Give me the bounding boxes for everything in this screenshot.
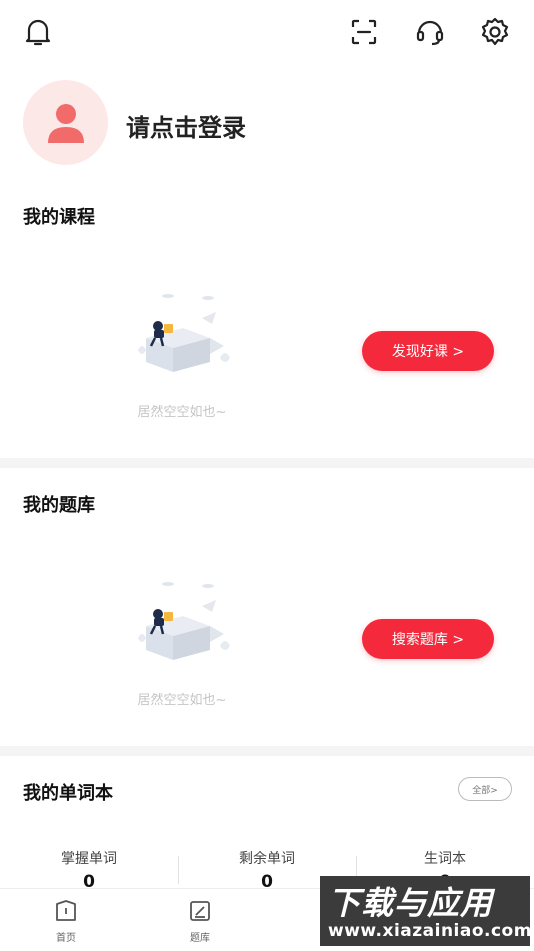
- nav-label: 题库: [190, 933, 210, 944]
- nav-question-bank[interactable]: 题库: [165, 899, 235, 944]
- gear-icon[interactable]: [475, 12, 515, 52]
- nav-home[interactable]: 首页: [31, 899, 101, 944]
- stat-mastered[interactable]: 掌握单词 0: [0, 848, 178, 892]
- section-divider: [0, 458, 534, 468]
- user-icon: [47, 103, 84, 143]
- empty-box-illustration: [138, 294, 230, 372]
- vocab-all-button[interactable]: 全部>: [458, 777, 512, 801]
- courses-empty-text: 居然空空如也~: [137, 405, 227, 420]
- empty-box-illustration: [138, 582, 230, 660]
- edit-icon: [190, 901, 210, 921]
- question-bank-empty-text: 居然空空如也~: [137, 693, 227, 708]
- nav-label: 首页: [56, 933, 76, 944]
- courses-title: 我的课程: [23, 207, 95, 228]
- home-icon: [56, 900, 76, 921]
- stat-label: 掌握单词: [61, 851, 117, 867]
- watermark-logo: 下载与应用 www.xiazainiao.com: [320, 876, 532, 946]
- watermark-title: 下载与应用: [328, 884, 494, 922]
- login-prompt[interactable]: 请点击登录: [126, 108, 246, 143]
- search-question-bank-button[interactable]: 搜索题库 >: [362, 619, 494, 659]
- avatar[interactable]: [23, 80, 108, 165]
- stat-label: 剩余单词: [239, 851, 295, 867]
- question-bank-title: 我的题库: [23, 495, 95, 516]
- discover-courses-button[interactable]: 发现好课 >: [362, 331, 494, 371]
- watermark-url: www.xiazainiao.com: [328, 921, 532, 941]
- vocab-title: 我的单词本: [23, 783, 113, 804]
- section-divider: [0, 746, 534, 756]
- scan-icon[interactable]: [344, 12, 384, 52]
- bell-icon[interactable]: [18, 12, 58, 52]
- stat-label: 生词本: [424, 851, 466, 867]
- headset-icon[interactable]: [410, 12, 450, 52]
